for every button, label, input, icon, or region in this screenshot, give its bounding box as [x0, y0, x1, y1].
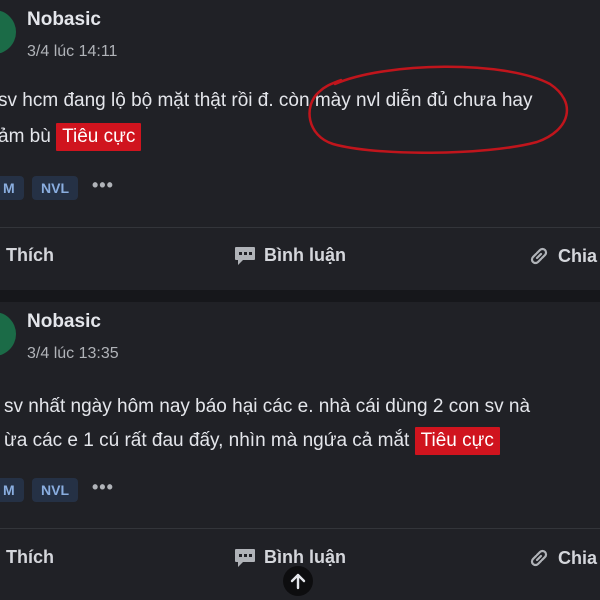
more-tags-icon[interactable]: •••	[92, 477, 114, 498]
share-label: Chia	[558, 547, 598, 568]
author-name[interactable]: Nobasic	[27, 311, 101, 333]
like-label: Thích	[6, 245, 54, 265]
divider	[0, 528, 600, 529]
post-text: ừa các e 1 cú rất đau đấy, nhìn mà ngứa …	[4, 430, 410, 451]
more-tags-icon[interactable]: •••	[92, 175, 114, 196]
post-text-line: sv nhất ngày hôm nay báo hại các e. nhà …	[4, 388, 530, 426]
post-timestamp[interactable]: 3/4 lúc 13:35	[27, 345, 119, 363]
share-label: Chia	[558, 245, 598, 266]
comment-icon	[235, 246, 255, 265]
post-text-line: ừa các e 1 cú rất đau đấy, nhìn mà ngứa …	[4, 422, 500, 460]
tag-chip[interactable]: NVL	[32, 478, 78, 502]
comment-button[interactable]: Bình luận	[234, 245, 346, 266]
author-name[interactable]: Nobasic	[27, 9, 101, 31]
link-icon	[530, 549, 548, 567]
like-label: Thích	[6, 547, 54, 567]
sentiment-badge: Tiêu cực	[56, 122, 142, 151]
comment-icon	[235, 548, 255, 567]
comment-button[interactable]: Bình luận	[234, 547, 346, 568]
link-icon	[530, 247, 548, 265]
arrow-up-icon	[290, 573, 306, 590]
like-button[interactable]: Thích	[6, 547, 54, 568]
share-button[interactable]: Chia	[528, 547, 597, 569]
post-card: Nobasic 3/4 lúc 14:11 sv hcm đang lộ bộ …	[0, 0, 600, 290]
like-button[interactable]: Thích	[6, 245, 54, 266]
post-timestamp[interactable]: 3/4 lúc 14:11	[27, 43, 117, 61]
post-text-line: ảm bù Tiêu cực	[0, 118, 142, 156]
share-button[interactable]: Chia	[528, 245, 597, 267]
post-text: ảm bù	[0, 126, 51, 147]
avatar[interactable]	[0, 10, 16, 54]
post-card: Nobasic 3/4 lúc 13:35 sv nhất ngày hôm n…	[0, 302, 600, 600]
tag-chip[interactable]: M	[0, 478, 24, 502]
sentiment-badge: Tiêu cực	[414, 426, 500, 455]
post-text: sv hcm đang lộ bộ mặt thật rồi đ. còn mà…	[0, 90, 533, 111]
scroll-to-top-button[interactable]	[283, 566, 313, 596]
avatar[interactable]	[0, 312, 16, 356]
post-text-line: sv hcm đang lộ bộ mặt thật rồi đ. còn mà…	[0, 82, 532, 120]
comment-label: Bình luận	[264, 547, 346, 567]
tag-chip[interactable]: NVL	[32, 176, 78, 200]
tag-chip[interactable]: M	[0, 176, 24, 200]
post-text: sv nhất ngày hôm nay báo hại các e. nhà …	[4, 396, 531, 417]
divider	[0, 227, 600, 228]
comment-label: Bình luận	[264, 245, 346, 265]
